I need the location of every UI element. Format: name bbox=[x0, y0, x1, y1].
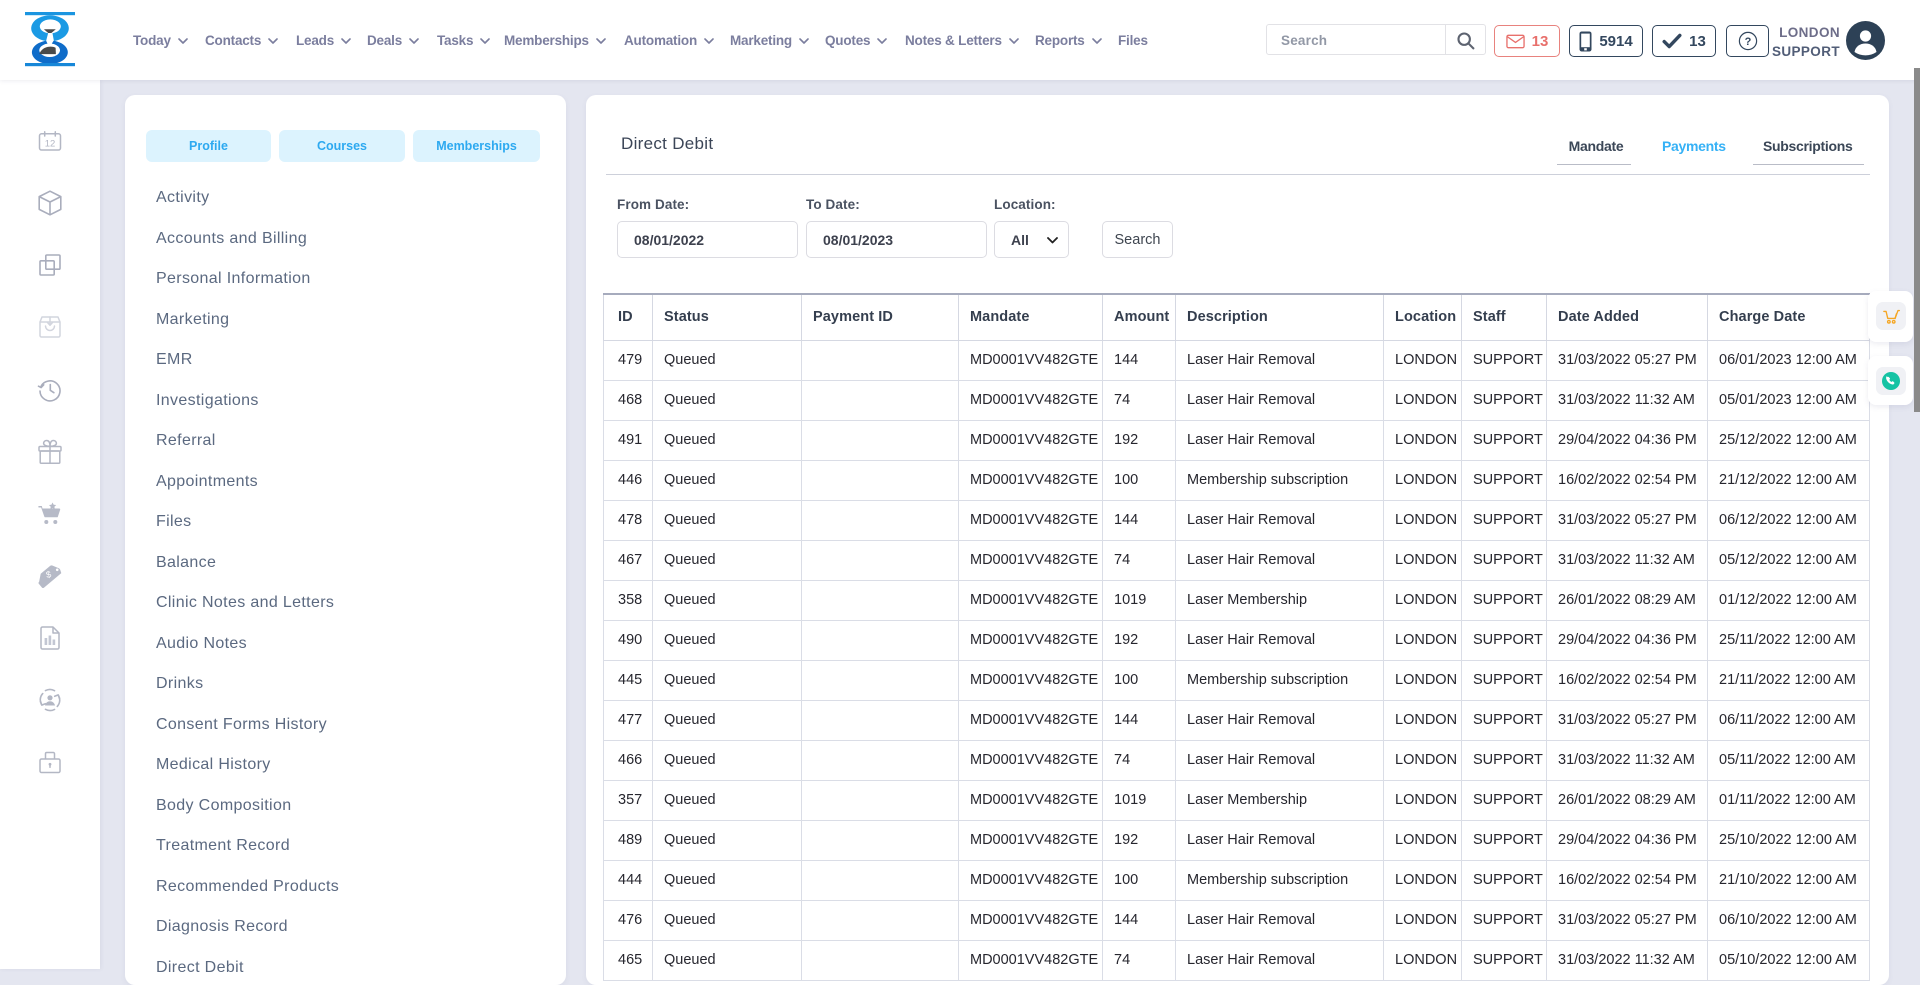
svg-text:12: 12 bbox=[45, 139, 56, 150]
svg-text:?: ? bbox=[1744, 36, 1751, 48]
